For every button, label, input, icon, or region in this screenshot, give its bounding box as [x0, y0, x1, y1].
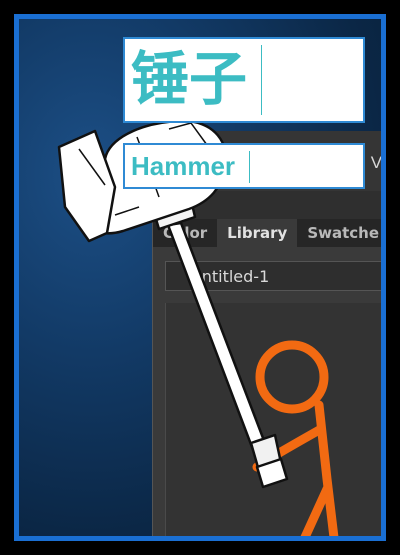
hammer-handle	[166, 221, 273, 465]
english-label-text: Hammer	[131, 151, 236, 181]
english-label-box[interactable]: Hammer	[123, 143, 365, 189]
stick-figure-head	[255, 340, 329, 414]
stick-figure-leg	[300, 484, 332, 536]
chinese-label-text: 锤子	[131, 45, 248, 113]
text-caret	[249, 151, 250, 183]
screenshot-frame: Vie Color Library Swatche Untitled-1	[0, 0, 400, 555]
chinese-label-box[interactable]: 锤子	[123, 37, 365, 123]
desktop-background: Vie Color Library Swatche Untitled-1	[14, 14, 386, 541]
text-caret	[261, 45, 262, 115]
